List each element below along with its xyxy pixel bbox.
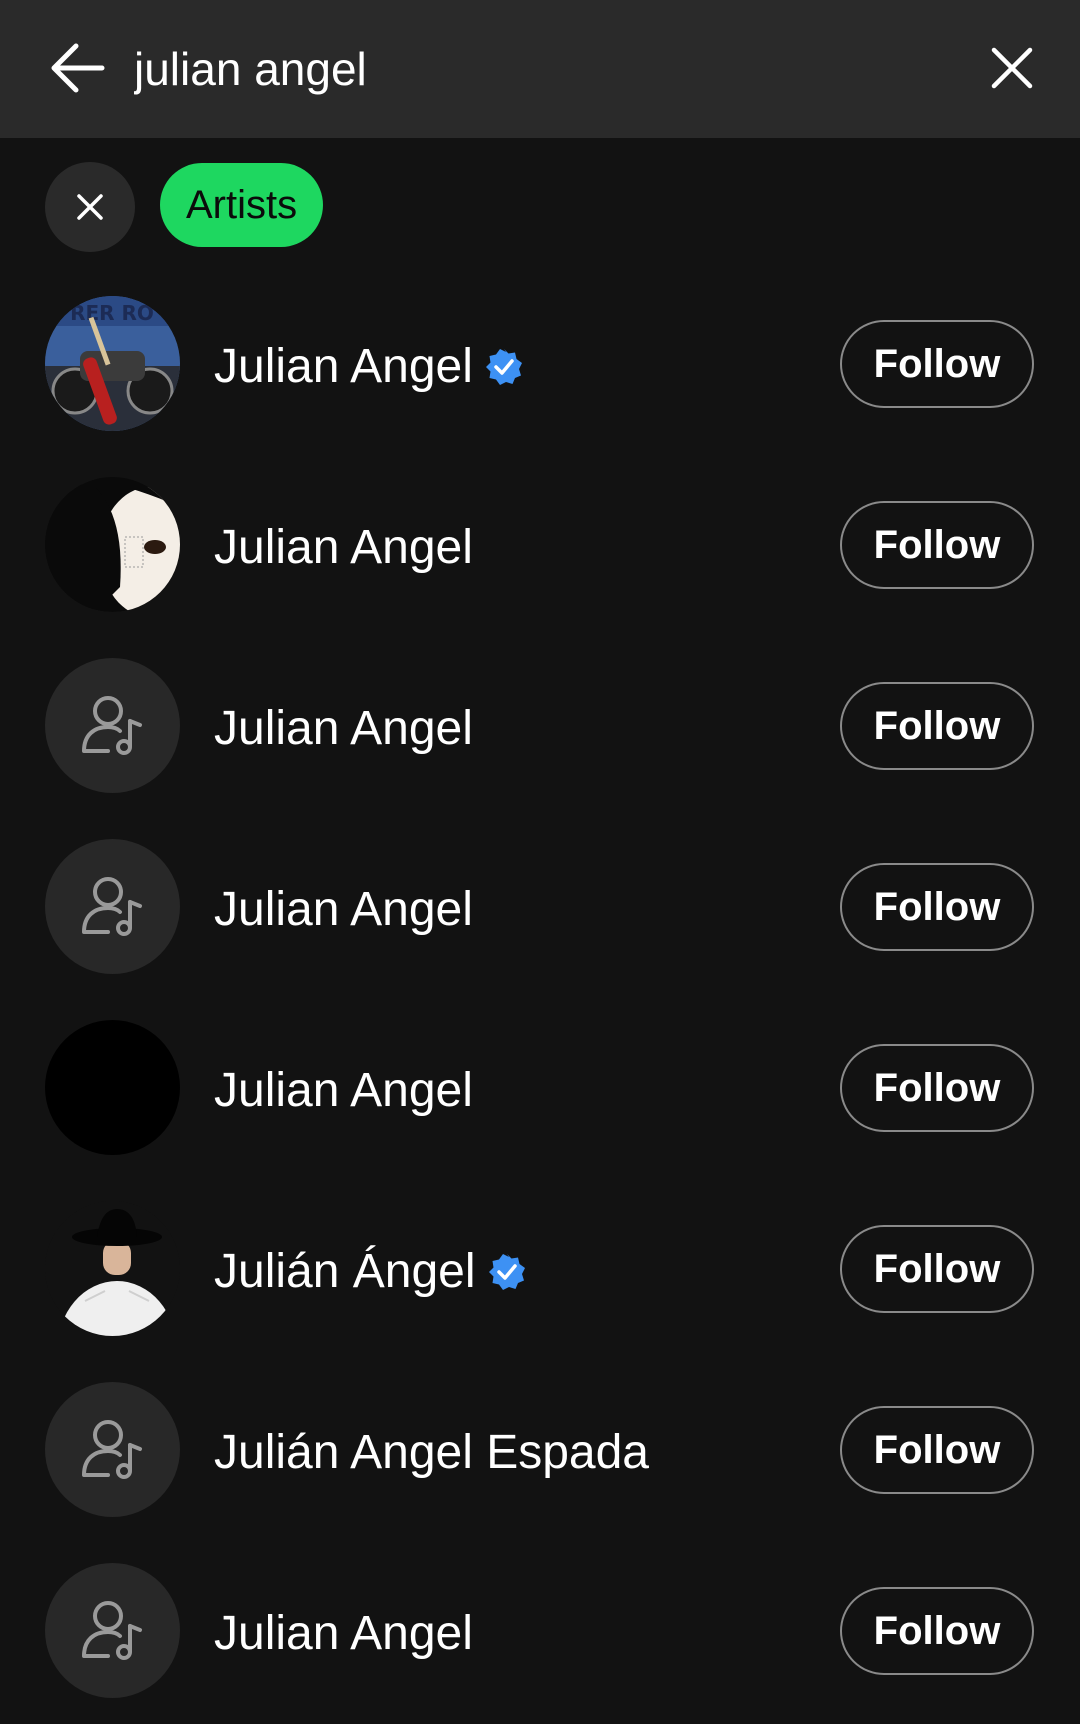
clear-search-button[interactable] — [964, 20, 1060, 116]
clear-filter-button[interactable] — [45, 162, 135, 252]
artist-name: Julian Angel — [214, 883, 473, 936]
artist-placeholder-icon — [81, 1600, 142, 1660]
svg-text:RER RO: RER RO — [70, 301, 154, 325]
result-name: Julian Angel — [214, 1000, 473, 1181]
list-item[interactable]: Julián Angel Espada Follow — [0, 1362, 1080, 1543]
follow-button[interactable]: Follow — [840, 682, 1034, 770]
avatar: RER RO — [45, 296, 180, 431]
result-name: Julian Angel — [214, 638, 473, 819]
follow-button[interactable]: Follow — [840, 1406, 1034, 1494]
list-item[interactable]: Julián Ángel Follow — [0, 1181, 1080, 1362]
follow-button[interactable]: Follow — [840, 1587, 1034, 1675]
artist-placeholder-icon — [81, 695, 142, 755]
follow-button[interactable]: Follow — [840, 863, 1034, 951]
results-list: RER RO Julian Angel Follow Julian Angel … — [0, 276, 1080, 1724]
avatar — [45, 839, 180, 974]
avatar — [45, 1020, 180, 1155]
artist-name: Julián Angel Espada — [214, 1426, 649, 1479]
follow-button[interactable]: Follow — [840, 1044, 1034, 1132]
follow-button[interactable]: Follow — [840, 320, 1034, 408]
result-name: Julian Angel — [214, 276, 523, 457]
avatar — [45, 1201, 180, 1336]
artist-name: Julián Ángel — [214, 1245, 476, 1298]
result-name: Julian Angel — [214, 1543, 473, 1724]
result-name: Julian Angel — [214, 457, 473, 638]
avatar — [45, 477, 180, 612]
avatar — [45, 1563, 180, 1698]
list-item[interactable]: Julian Angel Follow — [0, 1000, 1080, 1181]
list-item[interactable]: Julian Angel Follow — [0, 1543, 1080, 1724]
search-input[interactable] — [134, 24, 934, 114]
verified-badge-icon — [485, 348, 523, 386]
list-item[interactable]: Julian Angel Follow — [0, 457, 1080, 638]
result-name: Julian Angel — [214, 819, 473, 1000]
list-item[interactable]: Julian Angel Follow — [0, 819, 1080, 1000]
artist-name: Julian Angel — [214, 340, 473, 393]
result-name: Julián Angel Espada — [214, 1362, 649, 1543]
verified-badge-icon — [488, 1253, 526, 1291]
avatar — [45, 1382, 180, 1517]
close-icon — [77, 194, 103, 220]
arrow-left-icon — [51, 43, 105, 93]
filter-bar: Artists — [0, 138, 1080, 276]
artist-placeholder-icon — [81, 1419, 142, 1479]
follow-button[interactable]: Follow — [840, 501, 1034, 589]
search-header — [0, 0, 1080, 138]
artist-name: Julian Angel — [214, 1064, 473, 1117]
follow-button[interactable]: Follow — [840, 1225, 1034, 1313]
list-item[interactable]: Julian Angel Follow — [0, 638, 1080, 819]
artist-name: Julian Angel — [214, 521, 473, 574]
filter-chip-artists[interactable]: Artists — [160, 163, 324, 247]
list-item[interactable]: RER RO Julian Angel Follow — [0, 276, 1080, 457]
result-name: Julián Ángel — [214, 1181, 526, 1362]
artist-name: Julian Angel — [214, 702, 473, 755]
avatar — [45, 658, 180, 793]
close-icon — [991, 47, 1033, 89]
artist-name: Julian Angel — [214, 1607, 473, 1660]
artist-placeholder-icon — [81, 876, 142, 936]
back-button[interactable] — [30, 20, 126, 116]
